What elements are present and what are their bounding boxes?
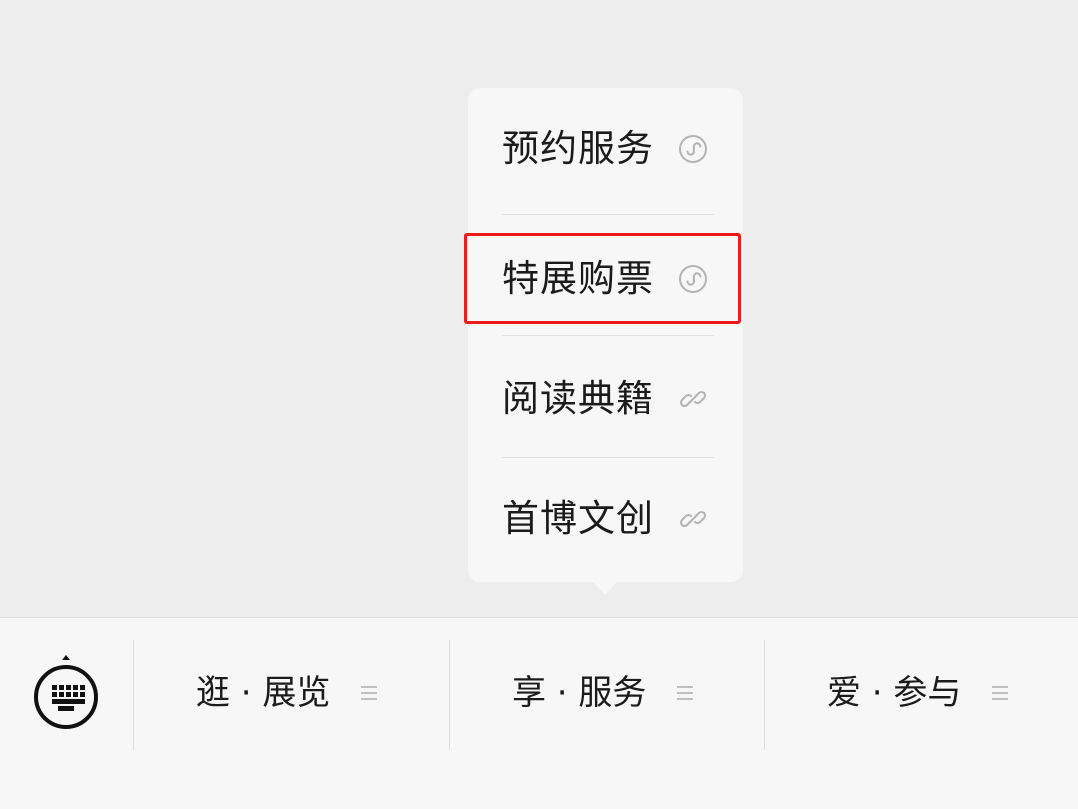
tab-browse-exhibitions[interactable]: 逛 · 展览 bbox=[134, 640, 449, 750]
link-icon bbox=[679, 390, 707, 407]
tab-love-participate[interactable]: 爱 · 参与 bbox=[765, 640, 1078, 750]
bottom-menu-bar: 逛 · 展览 享 · 服务 爱 · 参与 bbox=[0, 617, 1078, 809]
menu-item-label: 预约服务 bbox=[502, 127, 654, 170]
menu-divider bbox=[502, 214, 714, 215]
tab-enjoy-services[interactable]: 享 · 服务 bbox=[450, 640, 765, 750]
keyboard-icon[interactable] bbox=[32, 654, 100, 734]
tab-label: 逛 · 展览 bbox=[196, 673, 331, 713]
popup-pointer-arrow bbox=[592, 581, 618, 595]
menu-item-museum-creative-products[interactable]: 首博文创 bbox=[468, 458, 743, 579]
menu-lines-icon bbox=[992, 686, 1008, 700]
screen: 预约服务 特展购票 阅读典籍 首博文创 逛 · 展览 享 · 服务 爱 · 参与 bbox=[0, 0, 1078, 809]
menu-item-read-classics[interactable]: 阅读典籍 bbox=[468, 338, 743, 459]
menu-divider bbox=[502, 335, 714, 336]
service-submenu-popup: 预约服务 特展购票 阅读典籍 首博文创 bbox=[468, 88, 743, 582]
mini-program-icon bbox=[679, 134, 707, 163]
menu-lines-icon bbox=[677, 686, 693, 700]
menu-item-reservation[interactable]: 预约服务 bbox=[468, 88, 743, 209]
menu-item-label: 特展购票 bbox=[502, 257, 654, 300]
menu-item-label: 阅读典籍 bbox=[502, 377, 654, 420]
mini-program-icon bbox=[679, 264, 707, 293]
tab-label: 爱 · 参与 bbox=[827, 673, 962, 713]
menu-lines-icon bbox=[361, 686, 377, 700]
menu-item-label: 首博文创 bbox=[502, 497, 654, 540]
tab-label: 享 · 服务 bbox=[512, 673, 647, 713]
link-icon bbox=[679, 510, 707, 527]
menu-item-special-exhibition-tickets[interactable]: 特展购票 bbox=[468, 218, 743, 339]
